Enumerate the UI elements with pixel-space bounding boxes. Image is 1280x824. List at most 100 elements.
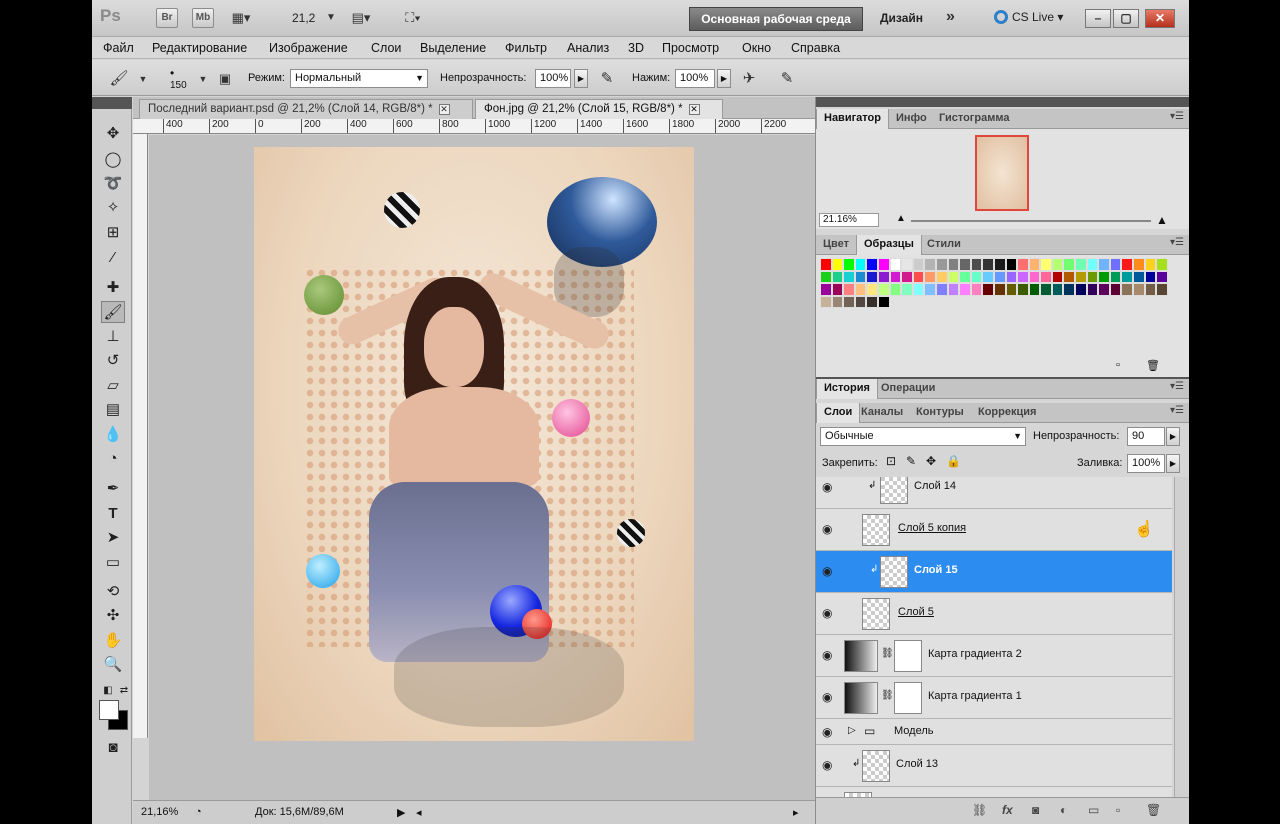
layer-opacity-field[interactable]: 90 <box>1127 427 1165 446</box>
color-swatch[interactable] <box>982 283 994 296</box>
hand-tool-icon[interactable]: ✋ <box>101 630 125 652</box>
color-swatch[interactable] <box>1133 283 1145 296</box>
color-swatch[interactable] <box>831 295 844 308</box>
chain-link-icon[interactable]: ⛓ <box>881 648 894 659</box>
color-swatch[interactable] <box>1005 258 1018 271</box>
visibility-eye-icon[interactable]: ◉ <box>822 648 832 662</box>
color-swatch[interactable] <box>877 270 890 283</box>
lock-pixels-icon[interactable]: ✎ <box>906 454 916 468</box>
screen-mode-icon[interactable]: ⛶▾ <box>402 7 424 29</box>
layer-opacity-slider-icon[interactable]: ▶ <box>1166 427 1180 446</box>
color-swatch[interactable] <box>854 258 867 271</box>
menu-3d[interactable]: 3D <box>628 41 644 55</box>
color-swatch[interactable] <box>982 258 994 271</box>
tab-channels[interactable]: Каналы <box>854 403 910 423</box>
panel-menu-icon[interactable]: ▾☰ <box>1170 381 1184 392</box>
swatch-grid[interactable] <box>820 258 1168 308</box>
color-swatch[interactable] <box>843 270 855 283</box>
gradient-tool-icon[interactable]: ▤ <box>101 399 125 421</box>
zoom-level[interactable]: 21,2 <box>292 11 315 25</box>
color-swatch[interactable] <box>866 295 878 308</box>
color-swatch[interactable] <box>1109 258 1122 271</box>
arrange-documents-icon[interactable]: ▤▾ <box>350 7 372 29</box>
color-swatch[interactable] <box>866 283 878 296</box>
mode-select[interactable]: Нормальный ▼ <box>290 69 428 88</box>
zoom-dropdown-icon[interactable]: ▼ <box>320 7 342 29</box>
color-swatch[interactable] <box>993 283 1006 296</box>
fill-field[interactable]: 100% <box>1127 454 1165 473</box>
color-swatch[interactable] <box>1098 258 1110 271</box>
view-extras-icon[interactable]: ▦▾ <box>230 7 252 29</box>
color-swatch[interactable] <box>1017 283 1029 296</box>
healing-brush-tool-icon[interactable]: ✚ <box>101 277 125 299</box>
menu-file[interactable]: Файл <box>103 41 134 55</box>
color-swatch[interactable] <box>1144 258 1157 271</box>
panel-menu-icon[interactable]: ▾☰ <box>1170 111 1184 122</box>
color-swatch[interactable] <box>1040 270 1052 283</box>
visibility-eye-icon[interactable]: ◉ <box>822 690 832 704</box>
color-swatch[interactable] <box>1156 270 1168 283</box>
blur-tool-icon[interactable]: 💧 <box>101 424 125 446</box>
shape-tool-icon[interactable]: ▭ <box>101 552 125 574</box>
zoom-in-icon[interactable]: ▲ <box>1156 213 1168 227</box>
color-swatch[interactable] <box>1144 270 1157 283</box>
new-layer-icon[interactable]: ▫ <box>1116 803 1120 817</box>
color-swatch[interactable] <box>1051 283 1064 296</box>
type-tool-icon[interactable]: T <box>101 503 125 525</box>
color-swatch[interactable] <box>1017 270 1029 283</box>
delete-layer-icon[interactable]: 🗑 <box>1146 803 1161 817</box>
menu-layer[interactable]: Слои <box>371 41 401 55</box>
layer-name[interactable]: Слой 5 копия <box>898 522 966 534</box>
color-swatch[interactable] <box>982 270 994 283</box>
layer-name[interactable]: Модель <box>894 725 933 737</box>
color-swatch[interactable] <box>820 258 832 271</box>
color-swatch[interactable] <box>1156 258 1168 271</box>
tab-styles[interactable]: Стили <box>920 235 968 255</box>
tab-info[interactable]: Инфо <box>889 109 934 129</box>
lock-position-icon[interactable]: ✥ <box>926 454 936 468</box>
tab-fon-jpg[interactable]: Фон.jpg @ 21,2% (Слой 15, RGB/8*) * ✕ <box>475 99 723 119</box>
blend-mode-select[interactable]: Обычные ▼ <box>820 427 1026 446</box>
status-zoom[interactable]: 21,16% <box>141 806 178 818</box>
menu-analysis[interactable]: Анализ <box>567 41 609 55</box>
mini-bridge-button[interactable]: Mb <box>192 8 214 28</box>
color-swatch[interactable] <box>1156 283 1168 296</box>
tab-color[interactable]: Цвет <box>816 235 856 255</box>
visibility-eye-icon[interactable]: ◉ <box>822 564 832 578</box>
color-swatch[interactable] <box>959 258 971 271</box>
color-swatch[interactable] <box>831 283 844 296</box>
brush-tool-icon[interactable]: 🖌 <box>101 301 125 323</box>
zoom-tool-icon[interactable]: 🔍 <box>101 654 125 676</box>
color-swatch[interactable] <box>1028 283 1041 296</box>
opacity-field[interactable]: 100% <box>535 69 571 88</box>
brush-size-dropdown-icon[interactable]: ▼ <box>192 68 214 90</box>
color-swatch[interactable] <box>877 258 890 271</box>
brush-panel-icon[interactable]: ▣ <box>214 68 236 90</box>
color-swatch[interactable] <box>1109 283 1122 296</box>
color-swatch[interactable] <box>1051 270 1064 283</box>
maximize-button[interactable]: ▢ <box>1113 9 1139 28</box>
color-swatch[interactable] <box>959 270 971 283</box>
3d-orbit-tool-icon[interactable]: ✣ <box>101 605 125 627</box>
pressure-slider-icon[interactable]: ▶ <box>717 69 731 88</box>
layer-row[interactable]: ◉ Слой 5 <box>816 593 1172 635</box>
color-swatch[interactable] <box>1051 258 1064 271</box>
lasso-tool-icon[interactable]: ➰ <box>101 173 125 195</box>
delete-swatch-icon[interactable]: 🗑 <box>1146 359 1160 372</box>
tablet-opacity-icon[interactable]: ✎ <box>596 68 618 90</box>
canvas-area[interactable] <box>149 135 815 800</box>
layer-style-icon[interactable]: fx <box>1002 803 1013 817</box>
clone-stamp-tool-icon[interactable]: ⊥ <box>101 326 125 348</box>
color-swatch[interactable] <box>1040 283 1052 296</box>
menu-help[interactable]: Справка <box>791 41 840 55</box>
color-swatch[interactable] <box>947 258 960 271</box>
preset-dropdown-icon[interactable]: ▼ <box>132 68 154 90</box>
crop-tool-icon[interactable]: ⊞ <box>101 222 125 244</box>
color-swatch[interactable] <box>820 270 832 283</box>
layer-group-row[interactable]: ◉ ▷ ▭ Модель <box>816 719 1172 745</box>
navigator-thumbnail[interactable] <box>975 135 1029 211</box>
color-swatch[interactable] <box>889 258 902 271</box>
color-swatch[interactable] <box>866 270 878 283</box>
layer-row[interactable]: ◉ ⛓ Карта градиента 1 <box>816 677 1172 719</box>
color-swatch[interactable] <box>877 295 890 308</box>
